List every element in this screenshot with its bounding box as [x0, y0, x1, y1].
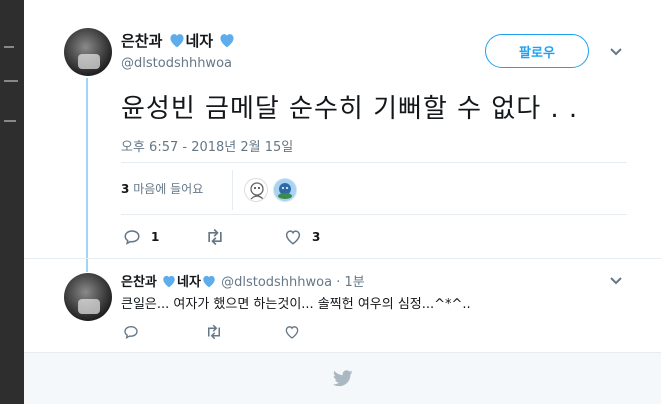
divider	[121, 214, 627, 215]
tweet-card: 은찬과 네자 @dlstodshhhwoa 팔로우 윤성빈 금메달 순수히 기뻐…	[24, 0, 661, 404]
likes-summary[interactable]: 3 마음에 들어요	[121, 180, 203, 197]
like-icon[interactable]	[284, 324, 300, 340]
background-window	[0, 0, 24, 404]
blue-heart-icon	[203, 275, 215, 288]
chevron-down-icon[interactable]	[609, 47, 623, 57]
tweet-timestamp[interactable]: 오후 6:57 - 2018년 2월 15일	[121, 136, 293, 155]
tweet-text: 윤성빈 금메달 순수히 기뻐할 수 없다 . .	[121, 94, 579, 124]
twitter-bird-icon	[333, 370, 353, 387]
divider	[24, 258, 661, 259]
background-mark	[4, 120, 16, 122]
retweet-action[interactable]	[205, 324, 223, 340]
like-action[interactable]	[284, 324, 300, 340]
like-count: 3	[312, 230, 321, 244]
author-name-suffix[interactable]: 네자	[186, 32, 214, 50]
author-avatar[interactable]	[64, 28, 112, 76]
reply-icon[interactable]	[123, 228, 141, 246]
background-mark	[4, 46, 14, 48]
retweet-action[interactable]	[205, 228, 235, 246]
follow-button[interactable]: 팔로우	[485, 34, 589, 68]
reply-header: 은찬과 네자 @dlstodshhhwoa · 1분	[121, 271, 365, 290]
reply-text: 큰일은... 여자가 했으면 하는것이... 솔찍헌 여우의 심정...^*^.…	[121, 297, 471, 312]
chevron-down-icon[interactable]	[609, 276, 623, 286]
thread-line	[86, 78, 88, 272]
author-name-row[interactable]: 은찬과 네자	[121, 30, 236, 51]
retweet-icon[interactable]	[205, 324, 223, 340]
retweet-icon[interactable]	[205, 228, 225, 246]
blue-heart-icon	[220, 34, 234, 48]
reply-icon[interactable]	[123, 324, 139, 340]
reply-handle[interactable]: @dlstodshhhwoa	[221, 275, 332, 290]
reply-author-suffix[interactable]: 네자	[177, 275, 201, 290]
author-name[interactable]: 은찬과	[121, 32, 162, 50]
reply-author-name[interactable]: 은찬과	[121, 275, 157, 290]
blue-heart-icon	[169, 34, 184, 48]
like-action[interactable]: 3	[284, 228, 320, 246]
reply-count: 1	[151, 230, 160, 244]
likes-label: 마음에 들어요	[133, 182, 204, 196]
liker-avatar[interactable]	[273, 178, 297, 202]
like-icon[interactable]	[284, 228, 302, 246]
author-handle[interactable]: @dlstodshhhwoa	[121, 56, 232, 71]
divider	[121, 162, 627, 163]
likes-count: 3	[121, 182, 130, 196]
divider	[232, 170, 233, 210]
reply-action[interactable]	[123, 324, 139, 340]
background-mark	[4, 80, 18, 82]
liker-avatar[interactable]	[244, 178, 268, 202]
reply-time[interactable]: · 1분	[336, 275, 365, 290]
blue-heart-icon	[163, 275, 175, 288]
reply-action[interactable]: 1	[123, 228, 159, 246]
reply-author-avatar[interactable]	[64, 273, 112, 321]
card-footer	[24, 352, 661, 404]
